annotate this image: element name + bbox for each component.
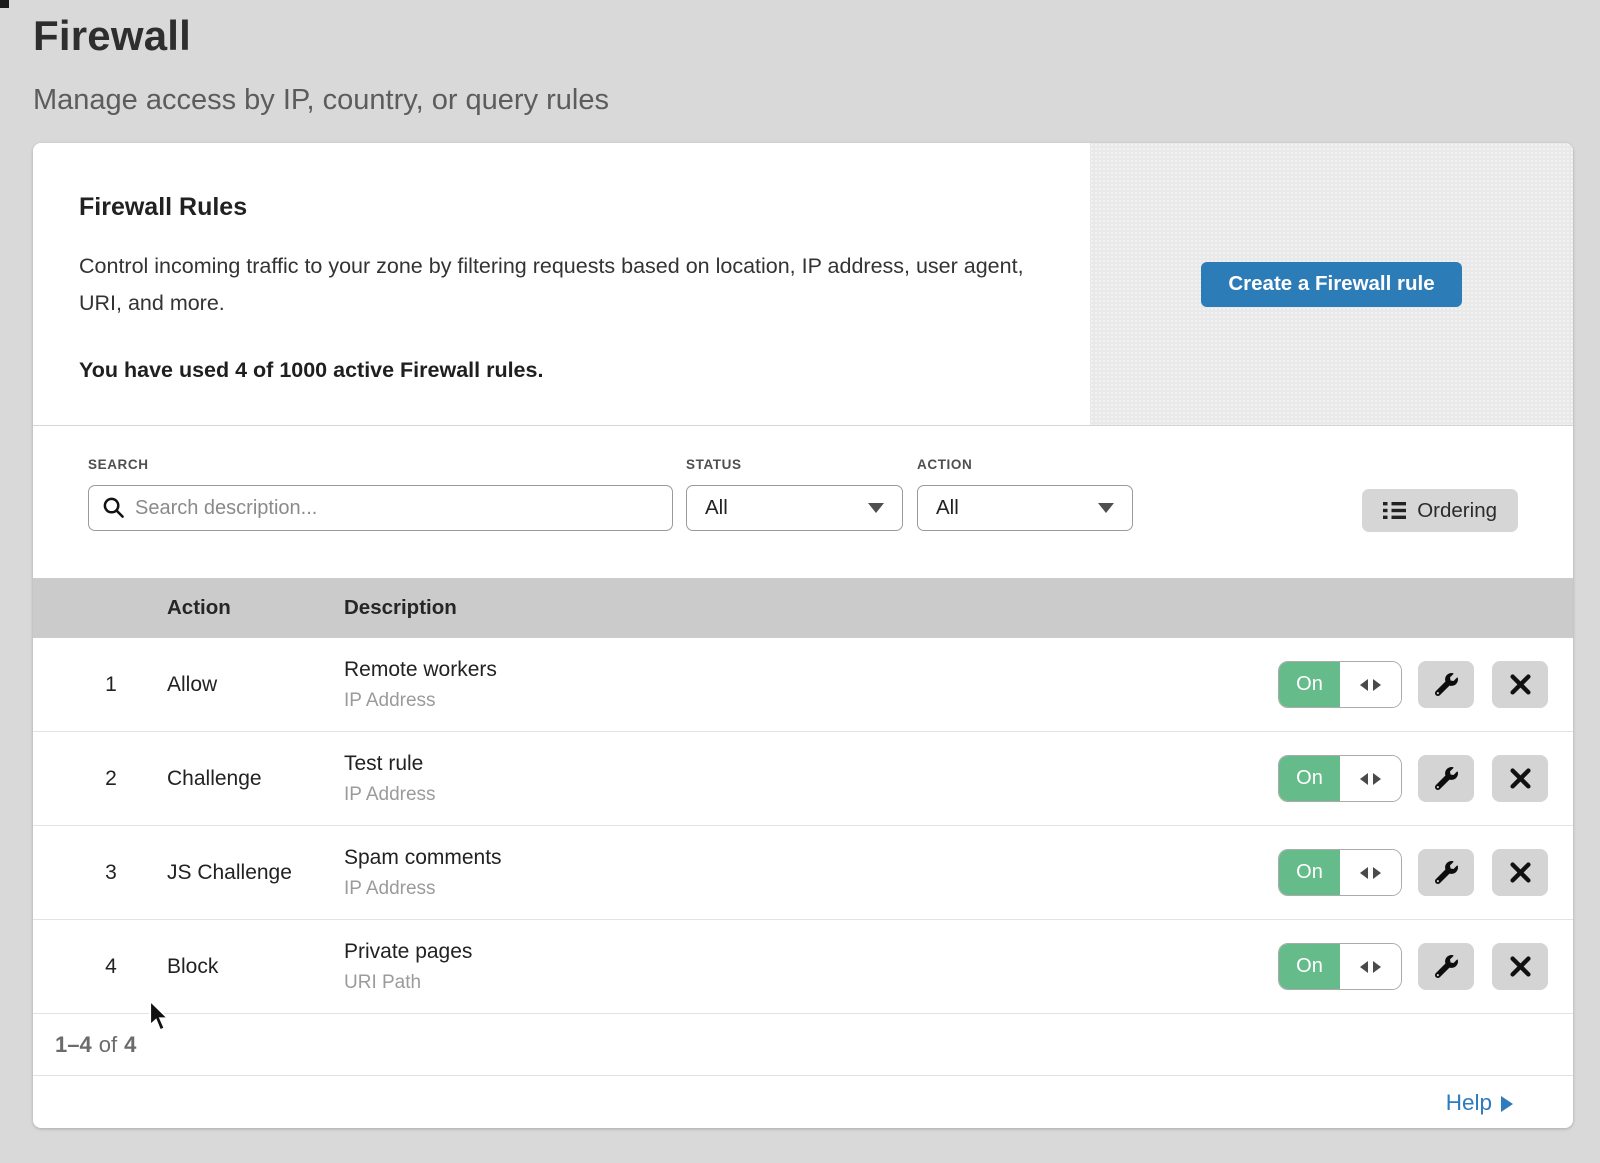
action-select-value: All	[936, 496, 959, 520]
pagination-total: 4	[124, 1032, 136, 1058]
page-title: Firewall	[33, 12, 1600, 60]
toggle-arrows-icon	[1340, 662, 1401, 707]
wrench-icon	[1435, 673, 1458, 696]
pagination-status: 1–4 of 4	[33, 1014, 1573, 1075]
close-icon	[1510, 862, 1531, 883]
action-select[interactable]: All	[917, 485, 1133, 531]
search-input[interactable]	[88, 485, 673, 531]
screen-edge-artifact	[0, 0, 9, 8]
table-row: 2 Challenge Test rule IP Address On	[33, 732, 1573, 826]
rule-match-type: IP Address	[344, 784, 1245, 806]
delete-rule-button[interactable]	[1492, 943, 1548, 990]
table-header: Action Description	[33, 578, 1573, 638]
rule-priority: 2	[55, 767, 167, 791]
rule-action: Challenge	[167, 767, 344, 791]
edit-rule-button[interactable]	[1418, 755, 1474, 802]
rule-description: Remote workers	[344, 658, 1245, 682]
delete-rule-button[interactable]	[1492, 755, 1548, 802]
rule-enabled-toggle[interactable]: On	[1278, 943, 1402, 990]
search-label: SEARCH	[88, 457, 673, 472]
rule-enabled-toggle[interactable]: On	[1278, 849, 1402, 896]
rule-description: Spam comments	[344, 846, 1245, 870]
rule-priority: 4	[55, 955, 167, 979]
list-icon	[1383, 501, 1406, 520]
close-icon	[1510, 956, 1531, 977]
firewall-rules-card: Firewall Rules Control incoming traffic …	[33, 143, 1573, 1128]
column-action: Action	[167, 596, 344, 620]
close-icon	[1510, 768, 1531, 789]
help-link-label: Help	[1446, 1090, 1492, 1116]
create-rule-panel: Create a Firewall rule	[1090, 143, 1573, 425]
ordering-button-label: Ordering	[1417, 499, 1497, 523]
close-icon	[1510, 674, 1531, 695]
rule-priority: 3	[55, 861, 167, 885]
help-link[interactable]: Help	[1446, 1090, 1513, 1116]
delete-rule-button[interactable]	[1492, 849, 1548, 896]
page-subtitle: Manage access by IP, country, or query r…	[33, 84, 1600, 117]
rule-enabled-toggle[interactable]: On	[1278, 755, 1402, 802]
toggle-on-label: On	[1279, 944, 1340, 989]
rule-match-type: IP Address	[344, 690, 1245, 712]
rule-match-type: URI Path	[344, 972, 1245, 994]
chevron-down-icon	[868, 503, 884, 513]
card-footer: Help	[33, 1075, 1573, 1128]
create-firewall-rule-button[interactable]: Create a Firewall rule	[1201, 262, 1461, 307]
rule-action: Allow	[167, 673, 344, 697]
rule-description: Test rule	[344, 752, 1245, 776]
rule-priority: 1	[55, 673, 167, 697]
rules-description: Control incoming traffic to your zone by…	[79, 248, 1029, 322]
status-label: STATUS	[686, 457, 903, 472]
toggle-on-label: On	[1279, 850, 1340, 895]
card-top-section: Firewall Rules Control incoming traffic …	[33, 143, 1573, 425]
chevron-down-icon	[1098, 503, 1114, 513]
help-arrow-icon	[1501, 1096, 1513, 1112]
status-select-value: All	[705, 496, 728, 520]
wrench-icon	[1435, 955, 1458, 978]
toggle-on-label: On	[1279, 756, 1340, 801]
pagination-range: 1–4	[55, 1032, 92, 1058]
page-header: Firewall Manage access by IP, country, o…	[0, 0, 1600, 117]
action-label: ACTION	[917, 457, 1133, 472]
search-icon	[102, 496, 125, 519]
table-row: 3 JS Challenge Spam comments IP Address …	[33, 826, 1573, 920]
filters-bar: SEARCH STATUS All ACTION All	[33, 425, 1573, 578]
rule-action: JS Challenge	[167, 861, 344, 885]
toggle-arrows-icon	[1340, 756, 1401, 801]
column-description: Description	[344, 596, 1245, 620]
rules-heading: Firewall Rules	[79, 193, 1044, 222]
status-select[interactable]: All	[686, 485, 903, 531]
pagination-separator: of	[99, 1032, 117, 1058]
rule-enabled-toggle[interactable]: On	[1278, 661, 1402, 708]
table-row: 1 Allow Remote workers IP Address On	[33, 638, 1573, 732]
toggle-arrows-icon	[1340, 850, 1401, 895]
edit-rule-button[interactable]	[1418, 943, 1474, 990]
rule-action: Block	[167, 955, 344, 979]
wrench-icon	[1435, 861, 1458, 884]
rules-usage-count: You have used 4 of 1000 active Firewall …	[79, 358, 1044, 383]
wrench-icon	[1435, 767, 1458, 790]
toggle-arrows-icon	[1340, 944, 1401, 989]
table-row: 4 Block Private pages URI Path On	[33, 920, 1573, 1014]
edit-rule-button[interactable]	[1418, 661, 1474, 708]
rules-intro: Firewall Rules Control incoming traffic …	[33, 143, 1090, 425]
rule-match-type: IP Address	[344, 878, 1245, 900]
ordering-button[interactable]: Ordering	[1362, 489, 1518, 532]
rule-description: Private pages	[344, 940, 1245, 964]
delete-rule-button[interactable]	[1492, 661, 1548, 708]
toggle-on-label: On	[1279, 662, 1340, 707]
edit-rule-button[interactable]	[1418, 849, 1474, 896]
